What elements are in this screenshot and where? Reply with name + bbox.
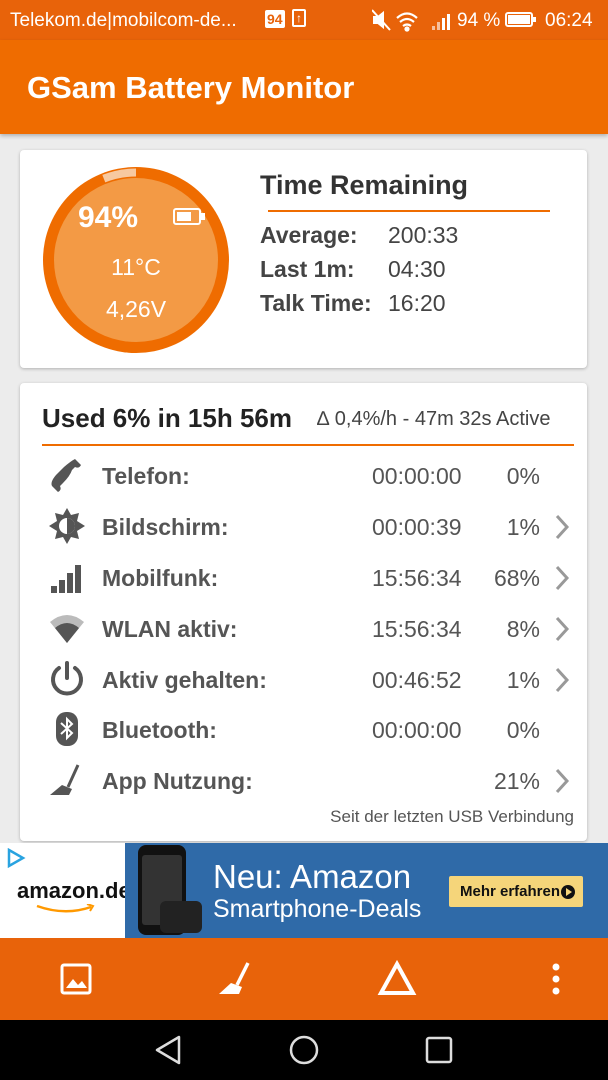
row-label: Aktiv gehalten: (102, 667, 267, 693)
ad-cta-button[interactable]: Mehr erfahren (449, 876, 583, 907)
usage-row-aktiv-gehalten[interactable]: Aktiv gehalten: 00:46:52 1% (20, 654, 587, 704)
upload-icon: ↑ (292, 9, 306, 27)
row-time: 00:00:39 (372, 514, 462, 540)
row-percent: 0% (506, 717, 540, 743)
row-label: Bildschirm: (102, 514, 229, 540)
bottom-action-bar (0, 938, 608, 1020)
chevron-right-icon[interactable] (552, 767, 572, 795)
ad-banner[interactable]: amazon.de Neu: Amazon Smartphone-Deals M… (0, 843, 608, 938)
row-percent: 1% (506, 667, 540, 693)
row-label: Average: (260, 222, 358, 248)
row-percent: 1% (506, 514, 540, 540)
signal-icon (432, 14, 450, 30)
broom-icon[interactable] (216, 959, 256, 999)
broom-icon (50, 764, 80, 795)
amazon-smile-icon (36, 904, 95, 913)
back-icon[interactable] (152, 1033, 186, 1067)
title-underline (42, 444, 574, 446)
ad-cta-label: Mehr erfahren (460, 883, 561, 900)
battery-temperature: 11°C (111, 254, 161, 280)
ad-brand-logo: amazon.de (17, 878, 131, 903)
status-battery-percent: 94 % (457, 10, 501, 31)
home-icon[interactable] (287, 1033, 321, 1067)
usage-title: Used 6% in 15h 56m (42, 403, 292, 433)
usage-row-app-nutzung[interactable]: App Nutzung: 21% (20, 755, 587, 805)
status-battery-icon (505, 12, 536, 27)
row-label: Bluetooth: (102, 717, 217, 743)
brightness-icon (49, 508, 85, 544)
row-time: 00:00:00 (372, 717, 462, 743)
usage-card: Used 6% in 15h 56m ∆ 0,4%/h - 47m 32s Ac… (20, 383, 587, 841)
app-bar: GSam Battery Monitor (0, 40, 608, 134)
usage-row-bildschirm[interactable]: Bildschirm: 00:00:39 1% (20, 501, 587, 551)
row-label: Mobilfunk: (102, 565, 219, 591)
usage-footnote: Seit der letzten USB Verbindung (330, 807, 574, 826)
usage-row-bluetooth: Bluetooth: 00:00:00 0% (20, 704, 587, 754)
chevron-right-icon[interactable] (552, 564, 572, 592)
play-icon (561, 885, 575, 899)
row-time: 00:46:52 (372, 667, 462, 693)
battery-icon (173, 208, 205, 225)
battery-summary-card[interactable]: 94% 11°C 4,26V Time Remaining Average: 2… (20, 150, 587, 368)
usage-subtitle: ∆ 0,4%/h - 47m 32s Active (317, 408, 551, 430)
status-icons (371, 8, 456, 38)
chevron-right-icon[interactable] (552, 666, 572, 694)
time-remaining-title: Time Remaining (260, 170, 469, 200)
wifi-status-icon (396, 12, 418, 32)
row-time: 15:56:34 (372, 616, 462, 642)
more-vert-icon[interactable] (536, 959, 576, 999)
carrier-label: Telekom.de|mobilcom-de... (10, 10, 237, 31)
row-label: Last 1m: (260, 256, 355, 282)
ad-headline: Neu: Amazon (213, 858, 412, 895)
usage-row-mobilfunk[interactable]: Mobilfunk: 15:56:34 68% (20, 552, 587, 602)
row-value: 16:20 (388, 290, 446, 316)
row-time: 00:00:00 (372, 463, 462, 489)
row-percent: 8% (506, 616, 540, 642)
gauge-readout: 94% 11°C 4,26V (42, 166, 230, 354)
usage-row-telefon: Telefon: 00:00:00 0% (20, 450, 587, 500)
phone-icon (51, 459, 81, 492)
chevron-right-icon[interactable] (552, 615, 572, 643)
ad-watch-image (160, 901, 202, 933)
row-time: 15:56:34 (372, 565, 462, 591)
row-label: Telefon: (102, 463, 190, 489)
delta-icon[interactable] (377, 959, 417, 999)
row-label: Talk Time: (260, 290, 372, 316)
row-value: 04:30 (388, 256, 446, 282)
app-title: GSam Battery Monitor (27, 70, 355, 105)
chevron-right-icon[interactable] (552, 513, 572, 541)
row-percent: 0% (506, 463, 540, 489)
image-icon[interactable] (56, 959, 96, 999)
row-label: App Nutzung: (102, 768, 253, 794)
signal-bars-icon (51, 565, 81, 593)
row-percent: 68% (493, 565, 540, 591)
bluetooth-icon (56, 712, 78, 746)
system-nav-bar (0, 1020, 608, 1080)
mute-icon (371, 9, 391, 31)
title-underline (268, 210, 550, 212)
battery-voltage: 4,26V (105, 296, 167, 322)
wifi-icon (50, 615, 84, 643)
status-bar: Telekom.de|mobilcom-de... 94 ↑ 94 % 06:2… (0, 0, 608, 40)
recents-icon[interactable] (422, 1033, 456, 1067)
power-icon (51, 661, 83, 696)
battery-percent: 94% (78, 201, 139, 234)
adchoices-icon[interactable] (6, 848, 26, 868)
row-label: WLAN aktiv: (102, 616, 238, 642)
usage-row-wlan[interactable]: WLAN aktiv: 15:56:34 8% (20, 603, 587, 653)
status-time: 06:24 (545, 10, 593, 31)
notification-badge: 94 (265, 10, 285, 28)
row-percent: 21% (493, 768, 540, 794)
ad-subheadline: Smartphone-Deals (213, 895, 422, 923)
row-value: 200:33 (388, 222, 459, 248)
